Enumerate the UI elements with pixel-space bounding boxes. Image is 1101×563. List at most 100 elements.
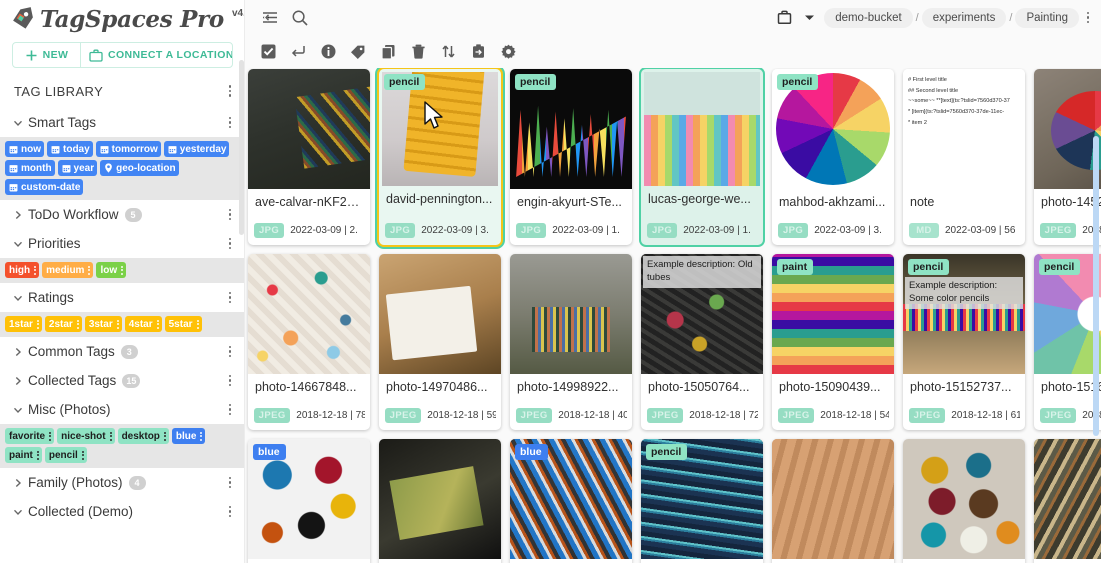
tag-chip-low[interactable]: low bbox=[96, 262, 127, 278]
file-card[interactable]: paint photo-15090439... JPEG 2018-12-18 | 5… bbox=[772, 254, 894, 430]
main-scrollbar[interactable] bbox=[1093, 136, 1099, 436]
file-tag-chip[interactable]: blue bbox=[253, 444, 286, 460]
search-icon[interactable] bbox=[285, 3, 315, 33]
tag-menu-icon[interactable] bbox=[120, 265, 124, 275]
tag-group-todo-workflow[interactable]: ToDo Workflow 5 bbox=[0, 200, 245, 229]
breadcrumb-item-1[interactable]: experiments bbox=[921, 7, 1007, 28]
tag-menu-icon[interactable] bbox=[81, 450, 84, 460]
chevron-right-icon[interactable] bbox=[8, 375, 28, 387]
connect-location-button[interactable]: CONNECT A LOCATION bbox=[81, 43, 232, 67]
tag-menu-icon[interactable] bbox=[76, 319, 79, 329]
tag-menu-icon[interactable] bbox=[116, 319, 119, 329]
tag-group-ratings[interactable]: Ratings bbox=[0, 283, 245, 312]
file-card[interactable]: photo-14667848... JPEG 2018-12-18 | 78 bbox=[248, 254, 370, 430]
tag-menu-icon[interactable] bbox=[48, 431, 52, 441]
navigate-parent-icon[interactable] bbox=[283, 37, 313, 67]
file-tag-chip[interactable]: blue bbox=[515, 444, 548, 460]
file-card[interactable]: pencil david-pennington... JPG 2022-03-09 |… bbox=[379, 69, 501, 245]
info-icon[interactable] bbox=[313, 37, 343, 67]
tag-menu-icon[interactable] bbox=[87, 265, 91, 275]
tag-chip-tomorrow[interactable]: tomorrow bbox=[95, 141, 161, 157]
tag-menu-icon[interactable] bbox=[33, 265, 37, 275]
tag-group-menu-icon[interactable] bbox=[223, 401, 237, 419]
tag-chip-nice-shot[interactable]: nice-shot bbox=[57, 428, 115, 444]
file-card[interactable]: Example description: Some color pencils p… bbox=[903, 254, 1025, 430]
tag-chip-desktop[interactable]: desktop bbox=[117, 428, 169, 444]
file-card[interactable]: photo-14970486... JPEG 2018-12-18 | 59 bbox=[379, 254, 501, 430]
tag-chip-4star[interactable]: 4star bbox=[124, 316, 162, 332]
file-card[interactable]: ramakant-sharda bbox=[772, 439, 894, 563]
sort-icon[interactable] bbox=[433, 37, 463, 67]
tag-chip-month[interactable]: month bbox=[5, 160, 55, 176]
tag-menu-icon[interactable] bbox=[36, 319, 39, 329]
file-card[interactable]: ave-calvar-nKF2Q... JPG 2022-03-09 | 2. bbox=[248, 69, 370, 245]
file-card[interactable]: photo-14998922... JPEG 2018-12-18 | 40 bbox=[510, 254, 632, 430]
file-tag-chip[interactable]: pencil bbox=[777, 74, 819, 90]
file-tag-chip[interactable]: paint bbox=[777, 259, 814, 275]
bucket-selector[interactable] bbox=[769, 3, 818, 33]
file-grid-scroll-area[interactable]: ave-calvar-nKF2Q... JPG 2022-03-09 | 2. pen… bbox=[245, 68, 1101, 563]
tag-library-menu-icon[interactable] bbox=[223, 82, 237, 100]
tag-icon[interactable] bbox=[343, 37, 373, 67]
tag-chip-pencil[interactable]: pencil bbox=[44, 447, 87, 463]
tag-menu-icon[interactable] bbox=[196, 319, 199, 329]
tag-group-misc-photos[interactable]: Misc (Photos) bbox=[0, 395, 245, 424]
tag-menu-icon[interactable] bbox=[199, 431, 203, 441]
file-tag-chip[interactable]: pencil bbox=[646, 444, 688, 460]
tag-group-menu-icon[interactable] bbox=[223, 503, 237, 521]
tag-chip-today[interactable]: today bbox=[47, 141, 93, 157]
trash-icon[interactable] bbox=[403, 37, 433, 67]
chevron-right-icon[interactable] bbox=[8, 209, 28, 221]
tag-chip-yesterday[interactable]: yesterday bbox=[163, 141, 230, 157]
tag-group-smart-tags[interactable]: Smart Tags bbox=[0, 108, 245, 137]
tag-group-menu-icon[interactable] bbox=[223, 372, 237, 390]
tag-group-menu-icon[interactable] bbox=[223, 474, 237, 492]
tag-group-menu-icon[interactable] bbox=[223, 114, 237, 132]
gear-icon[interactable] bbox=[493, 37, 523, 67]
tag-chip-paint[interactable]: paint bbox=[5, 447, 42, 463]
tag-chip-year[interactable]: year bbox=[57, 160, 98, 176]
chevron-down-icon[interactable] bbox=[8, 292, 28, 304]
tag-group-menu-icon[interactable] bbox=[223, 235, 237, 253]
chevron-down-icon[interactable] bbox=[800, 3, 818, 33]
file-card[interactable]: blue photo-15224108 bbox=[248, 439, 370, 563]
breadcrumb-item-2[interactable]: Painting bbox=[1015, 7, 1079, 28]
export-icon[interactable] bbox=[463, 37, 493, 67]
file-tag-chip[interactable]: pencil bbox=[384, 74, 426, 90]
chevron-down-icon[interactable] bbox=[8, 117, 28, 129]
file-tag-chip[interactable]: pencil bbox=[1039, 259, 1081, 275]
tag-chip-1star[interactable]: 1star bbox=[5, 316, 42, 332]
chevron-down-icon[interactable] bbox=[8, 506, 28, 518]
file-card[interactable]: pencil engin-akyurt-STe... JPG 2022-03-09 |… bbox=[510, 69, 632, 245]
select-all-checkbox-icon[interactable] bbox=[253, 37, 283, 67]
tag-chip-custom-date[interactable]: custom-date bbox=[5, 179, 84, 195]
tag-chip-now[interactable]: now bbox=[5, 141, 44, 157]
copy-icon[interactable] bbox=[373, 37, 403, 67]
tag-chip-5star[interactable]: 5star bbox=[164, 316, 202, 332]
file-card[interactable]: # First level title ## Second level title… bbox=[903, 69, 1025, 245]
file-card[interactable]: russn_fckr-krV5a bbox=[903, 439, 1025, 563]
tag-menu-icon[interactable] bbox=[109, 431, 112, 441]
file-card[interactable]: photo-15247446 bbox=[379, 439, 501, 563]
tag-chip-high[interactable]: high bbox=[5, 262, 40, 278]
file-card[interactable]: pencil photo-15163836... JPEG2018-12-18 | … bbox=[1034, 254, 1101, 430]
tag-chip-2star[interactable]: 2star bbox=[44, 316, 82, 332]
bucket-icon[interactable] bbox=[769, 3, 799, 33]
tag-group-common-tags[interactable]: Common Tags 3 bbox=[0, 337, 245, 366]
tag-group-collected-tags[interactable]: Collected Tags 15 bbox=[0, 366, 245, 395]
tag-group-menu-icon[interactable] bbox=[223, 206, 237, 224]
new-button[interactable]: NEW bbox=[13, 43, 81, 67]
file-card[interactable]: Example description: Old tubes photo-1505… bbox=[641, 254, 763, 430]
tag-chip-medium[interactable]: medium bbox=[42, 262, 94, 278]
chevron-down-icon[interactable] bbox=[8, 404, 28, 416]
breadcrumb-menu-icon[interactable] bbox=[1081, 9, 1095, 27]
tag-group-family-photos[interactable]: Family (Photos) 4 bbox=[0, 468, 245, 497]
tag-menu-icon[interactable] bbox=[156, 319, 159, 329]
tag-group-menu-icon[interactable] bbox=[223, 343, 237, 361]
tag-menu-icon[interactable] bbox=[163, 431, 166, 441]
file-tag-chip[interactable]: pencil bbox=[515, 74, 557, 90]
file-tag-chip[interactable]: pencil bbox=[908, 259, 950, 275]
chevron-down-icon[interactable] bbox=[8, 238, 28, 250]
file-card[interactable]: blue photo-15299053 bbox=[510, 439, 632, 563]
file-card[interactable]: lucas-george-we... JPG 2022-03-09 | 1. bbox=[641, 69, 763, 245]
